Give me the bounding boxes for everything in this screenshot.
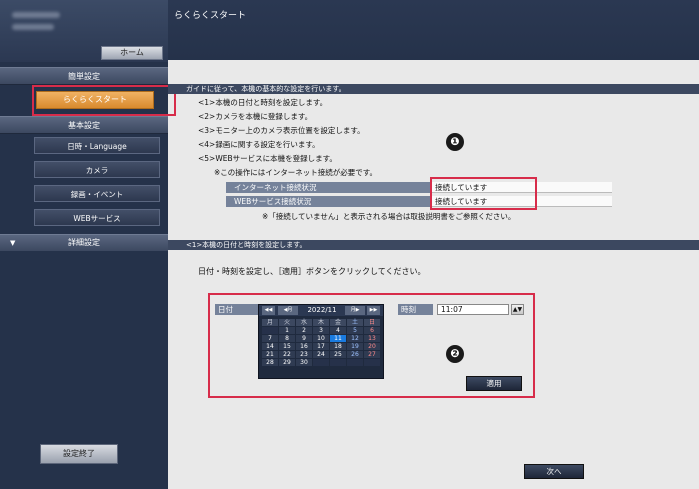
step1-section-title: <1>本機の日付と時刻を設定します。	[168, 240, 699, 250]
calendar-day[interactable]: 27	[364, 351, 380, 358]
calendar-day[interactable]: 28	[262, 359, 278, 366]
date-label: 日付	[215, 304, 258, 315]
sidebar: ホーム 簡単設定 らくらくスタート 基本設定 日時・Language カメラ 録…	[0, 0, 168, 489]
callout-marker-2: ❷	[446, 345, 464, 363]
calendar-day[interactable]: 16	[296, 343, 312, 350]
calendar-weekday: 火	[279, 319, 295, 326]
web-service-status-row: WEBサービス接続状況 接続しています	[226, 196, 612, 207]
sidebar-item-recording-event[interactable]: 録画・イベント	[34, 185, 160, 202]
guide-line: <4>録画に関する設定を行います。	[198, 140, 320, 149]
detail-settings-label: 詳細設定	[68, 238, 100, 247]
quickstart-highlight-frame	[32, 85, 176, 116]
calendar: ◀◀ ◀月 2022/11 月▶ ▶▶ 月火水木金土日 1 2 3 4 5 6 7 8 9 10 11…	[258, 304, 384, 379]
guide-section-title: ガイドに従って、本機の基本的な設定を行います。	[168, 84, 699, 94]
step1-instruction: 日付・時刻を設定し、［適用］ボタンをクリックしてください。	[198, 267, 426, 276]
calendar-day[interactable]: 21	[262, 351, 278, 358]
calendar-day[interactable]: 18	[330, 343, 346, 350]
calendar-day[interactable]: 6	[364, 327, 380, 334]
time-label: 時刻	[398, 304, 433, 315]
calendar-day[interactable]: 8	[279, 335, 295, 342]
sidebar-item-datetime-language[interactable]: 日時・Language	[34, 137, 160, 154]
calendar-day[interactable]: 30	[296, 359, 312, 366]
calendar-weekday: 水	[296, 319, 312, 326]
calendar-day[interactable]: 14	[262, 343, 278, 350]
sidebar-category-easy-setup[interactable]: 簡単設定	[0, 67, 168, 85]
prev-year-button[interactable]: ◀◀	[262, 306, 275, 315]
sidebar-category-basic-settings[interactable]: 基本設定	[0, 116, 168, 134]
calendar-day[interactable]: 29	[279, 359, 295, 366]
calendar-empty-cell	[330, 359, 346, 366]
internet-status-label: インターネット接続状況	[226, 182, 430, 193]
prev-month-button[interactable]: ◀月	[278, 306, 298, 315]
guide-line: <5>WEBサービスに本機を登録します。	[198, 154, 337, 163]
calendar-weekday: 月	[262, 319, 278, 326]
guide-line: <2>カメラを本機に登録します。	[198, 112, 313, 121]
calendar-empty-cell	[347, 359, 363, 366]
sidebar-header: ホーム	[0, 0, 168, 62]
calendar-empty-cell	[364, 359, 380, 366]
apply-button[interactable]: 適用	[466, 376, 522, 391]
calendar-grid: 月火水木金土日 1 2 3 4 5 6 7 8 9 10 11 12 13 14 15 16 17 18 19 20 21…	[262, 319, 381, 367]
calendar-day[interactable]: 17	[313, 343, 329, 350]
calendar-weekday: 金	[330, 319, 346, 326]
calendar-day[interactable]: 5	[347, 327, 363, 334]
internet-status-row: インターネット接続状況 接続しています	[226, 182, 612, 193]
calendar-day[interactable]: 1	[279, 327, 295, 334]
calendar-day[interactable]: 13	[364, 335, 380, 342]
calendar-day[interactable]: 24	[313, 351, 329, 358]
header: らくらくスタート	[168, 0, 699, 60]
blurred-logo-text	[12, 24, 54, 30]
calendar-day[interactable]: 20	[364, 343, 380, 350]
page-title: らくらくスタート	[174, 11, 247, 21]
sidebar-item-camera[interactable]: カメラ	[34, 161, 160, 178]
calendar-day[interactable]: 12	[347, 335, 363, 342]
callout-marker-1: ❶	[446, 133, 464, 151]
calendar-day[interactable]: 25	[330, 351, 346, 358]
next-month-button[interactable]: 月▶	[345, 306, 365, 315]
calendar-day[interactable]: 19	[347, 343, 363, 350]
blurred-logo-text	[12, 12, 60, 18]
guide-line: <1>本機の日付と時刻を設定します。	[198, 98, 328, 107]
calendar-day[interactable]: 23	[296, 351, 312, 358]
calendar-empty-cell	[262, 327, 278, 334]
next-year-button[interactable]: ▶▶	[367, 306, 380, 315]
home-button[interactable]: ホーム	[101, 46, 163, 60]
calendar-header: ◀◀ ◀月 2022/11 月▶ ▶▶	[259, 305, 383, 316]
calendar-day[interactable]: 11	[330, 335, 346, 342]
calendar-weekday: 土	[347, 319, 363, 326]
guide-line: ※この操作にはインターネット接続が必要です。	[214, 168, 378, 177]
calendar-day[interactable]: 15	[279, 343, 295, 350]
calendar-weekday: 日	[364, 319, 380, 326]
status-highlight-frame	[430, 177, 537, 210]
calendar-day[interactable]: 10	[313, 335, 329, 342]
calendar-month: 2022/11	[307, 306, 337, 314]
time-input[interactable]: 11:07	[437, 304, 509, 315]
web-service-status-label: WEBサービス接続状況	[226, 196, 430, 207]
calendar-weekday: 木	[313, 319, 329, 326]
guide-note: ※「接続していません」と表示される場合は取扱説明書をご参照ください。	[262, 212, 516, 221]
sidebar-item-web-service[interactable]: WEBサービス	[34, 209, 160, 226]
calendar-day[interactable]: 4	[330, 327, 346, 334]
sidebar-category-detail-settings[interactable]: ▼ 詳細設定	[0, 234, 168, 251]
time-spinner-icon[interactable]: ▲▼	[511, 304, 524, 315]
calendar-empty-cell	[313, 359, 329, 366]
calendar-day[interactable]: 9	[296, 335, 312, 342]
calendar-day[interactable]: 2	[296, 327, 312, 334]
calendar-day[interactable]: 3	[313, 327, 329, 334]
calendar-day[interactable]: 26	[347, 351, 363, 358]
calendar-day[interactable]: 22	[279, 351, 295, 358]
guide-line: <3>モニター上のカメラ表示位置を設定します。	[198, 126, 365, 135]
finish-settings-button[interactable]: 設定終了	[40, 444, 118, 464]
next-button[interactable]: 次へ	[524, 464, 584, 479]
calendar-day[interactable]: 7	[262, 335, 278, 342]
